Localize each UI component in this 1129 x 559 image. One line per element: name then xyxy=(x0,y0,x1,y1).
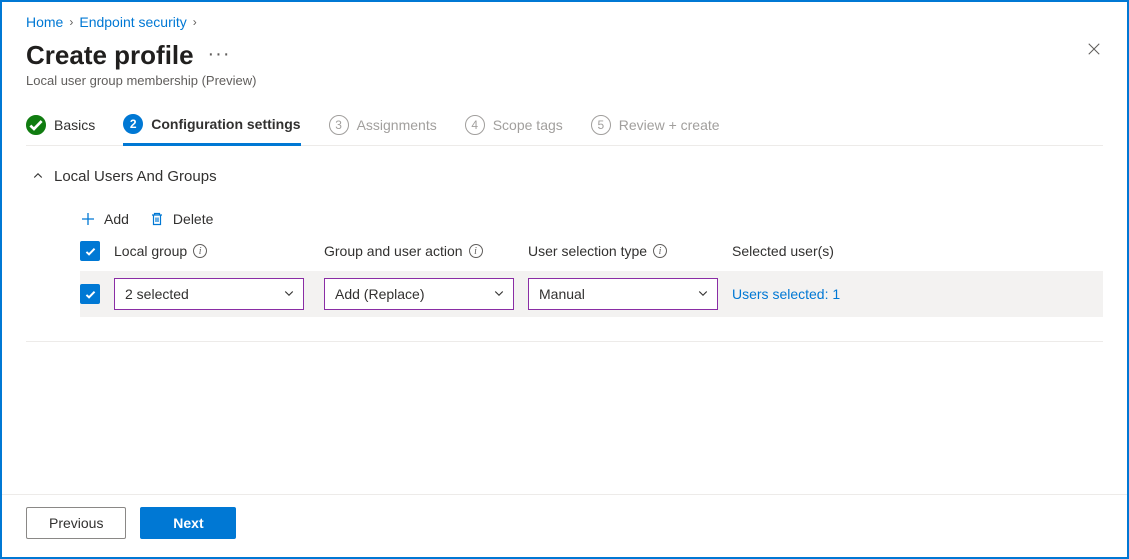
chevron-down-icon xyxy=(697,286,709,302)
next-button[interactable]: Next xyxy=(140,507,236,539)
add-button[interactable]: Add xyxy=(80,211,129,227)
chevron-down-icon xyxy=(493,286,505,302)
step-basics[interactable]: Basics xyxy=(26,115,95,145)
step-number-icon: 4 xyxy=(465,115,485,135)
select-value: Manual xyxy=(539,286,585,302)
column-header-selected-users: Selected user(s) xyxy=(732,243,1103,259)
step-label: Assignments xyxy=(357,117,437,133)
step-review-create[interactable]: 5 Review + create xyxy=(591,115,720,145)
info-icon[interactable]: i xyxy=(653,244,667,258)
step-number-icon: 5 xyxy=(591,115,611,135)
step-label: Basics xyxy=(54,117,95,133)
page-title: Create profile xyxy=(26,40,194,71)
step-configuration-settings[interactable]: 2 Configuration settings xyxy=(123,114,300,146)
breadcrumb-home[interactable]: Home xyxy=(26,14,63,30)
chevron-right-icon: › xyxy=(193,15,197,29)
row-checkbox[interactable] xyxy=(80,284,100,304)
delete-button[interactable]: Delete xyxy=(149,211,213,227)
breadcrumb-endpoint-security[interactable]: Endpoint security xyxy=(79,14,186,30)
users-selected-link[interactable]: Users selected: 1 xyxy=(732,286,840,302)
step-assignments[interactable]: 3 Assignments xyxy=(329,115,437,145)
step-scope-tags[interactable]: 4 Scope tags xyxy=(465,115,563,145)
check-circle-icon xyxy=(26,115,46,135)
info-icon[interactable]: i xyxy=(193,244,207,258)
more-actions-button[interactable]: ··· xyxy=(208,43,231,65)
info-icon[interactable]: i xyxy=(469,244,483,258)
close-icon xyxy=(1087,42,1101,56)
plus-icon xyxy=(80,211,96,227)
close-button[interactable] xyxy=(1085,40,1103,58)
breadcrumb: Home › Endpoint security › xyxy=(26,14,1103,30)
section-toggle-local-users-groups[interactable]: Local Users And Groups xyxy=(26,164,1103,189)
chevron-up-icon xyxy=(32,169,44,185)
column-header-local-group: Local group i xyxy=(114,243,324,259)
trash-icon xyxy=(149,211,165,227)
wizard-footer: Previous Next xyxy=(2,494,1127,557)
page-subtitle: Local user group membership (Preview) xyxy=(26,73,256,88)
step-label: Scope tags xyxy=(493,117,563,133)
select-all-checkbox[interactable] xyxy=(80,241,100,261)
chevron-right-icon: › xyxy=(69,15,73,29)
step-number-icon: 2 xyxy=(123,114,143,134)
step-label: Review + create xyxy=(619,117,720,133)
delete-label: Delete xyxy=(173,211,213,227)
previous-button[interactable]: Previous xyxy=(26,507,126,539)
group-user-action-select[interactable]: Add (Replace) xyxy=(324,278,514,310)
step-label: Configuration settings xyxy=(151,116,300,132)
table-row: 2 selected Add (Replace) Manual Users se… xyxy=(80,271,1103,317)
column-header-user-selection-type: User selection type i xyxy=(528,243,732,259)
chevron-down-icon xyxy=(283,286,295,302)
wizard-stepper: Basics 2 Configuration settings 3 Assign… xyxy=(26,114,1103,146)
section-title: Local Users And Groups xyxy=(54,168,217,185)
local-group-select[interactable]: 2 selected xyxy=(114,278,304,310)
step-number-icon: 3 xyxy=(329,115,349,135)
select-value: 2 selected xyxy=(125,286,189,302)
add-label: Add xyxy=(104,211,129,227)
user-selection-type-select[interactable]: Manual xyxy=(528,278,718,310)
column-header-group-user-action: Group and user action i xyxy=(324,243,528,259)
select-value: Add (Replace) xyxy=(335,286,425,302)
